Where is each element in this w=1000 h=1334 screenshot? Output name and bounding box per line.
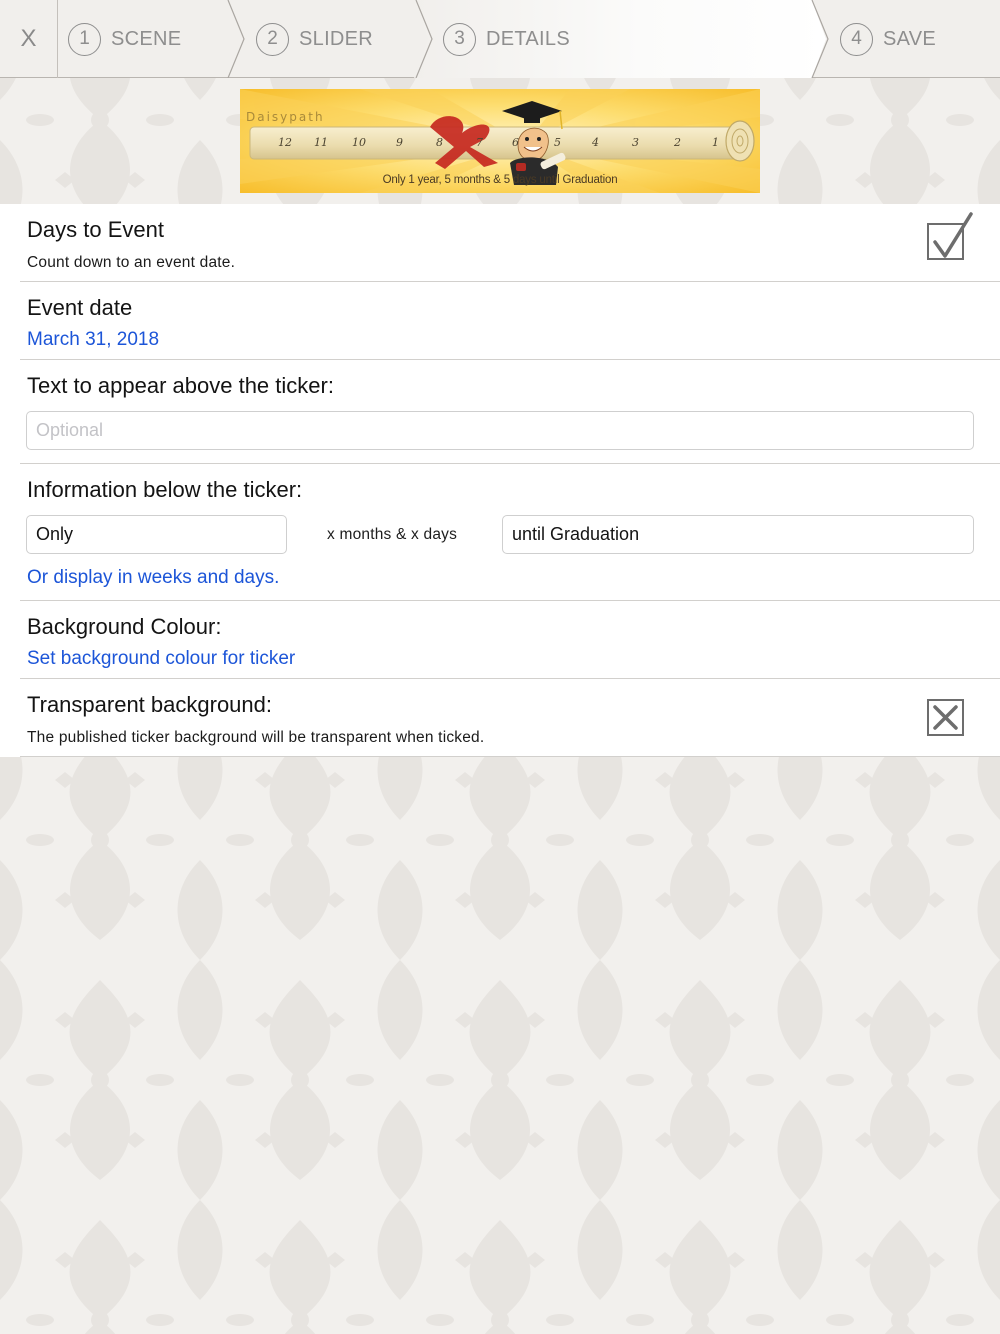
ruler-number: 5 <box>554 136 561 149</box>
ruler-number: 6 <box>512 136 519 149</box>
step-label: DETAILS <box>486 27 570 50</box>
step-number-badge: 2 <box>256 22 289 56</box>
background-colour-row[interactable]: Background Colour: Set background colour… <box>20 601 1000 679</box>
transparent-background-title: Transparent background: <box>27 692 272 717</box>
cross-icon <box>933 705 958 730</box>
step-number-badge: 4 <box>840 22 873 56</box>
ruler-number: 9 <box>396 136 403 149</box>
step-number-badge: 1 <box>68 22 101 56</box>
wizard-step-bar: X 1 SCENE 2 SLIDER 3 DETAILS 4 SAVE <box>0 0 1000 78</box>
step-slider[interactable]: 2 SLIDER <box>256 21 373 57</box>
event-date-title: Event date <box>27 295 133 320</box>
ruler-number: 2 <box>673 136 681 149</box>
transparent-background-checkbox[interactable] <box>927 699 964 736</box>
info-below-title: Information below the ticker: <box>27 477 303 502</box>
ruler-number: 11 <box>314 136 328 149</box>
step-label: SAVE <box>883 27 937 50</box>
transparent-background-subtitle: The published ticker background will be … <box>27 729 485 746</box>
info-middle-label: x months & x days <box>327 526 458 543</box>
text-above-placeholder: Optional <box>36 420 104 440</box>
info-below-row: Information below the ticker: Only x mon… <box>20 464 1000 601</box>
days-to-event-title: Days to Event <box>27 217 164 242</box>
step-scene[interactable]: 1 SCENE <box>68 21 181 57</box>
days-to-event-checkbox[interactable] <box>927 212 973 260</box>
banner-caption: Only 1 year, 5 months & 5 days until Gra… <box>382 174 618 186</box>
close-button[interactable]: X <box>0 0 58 78</box>
text-above-title: Text to appear above the ticker: <box>27 373 334 398</box>
ticker-preview-banner: 12 11 10 9 8 7 6 5 4 3 2 1 Daisypath Onl… <box>240 89 760 193</box>
ruler-number: 3 <box>632 136 639 149</box>
ticker-details-form: Days to Event Count down to an event dat… <box>0 204 1000 757</box>
ruler-number: 4 <box>591 136 599 149</box>
days-to-event-subtitle: Count down to an event date. <box>27 254 236 271</box>
text-above-row: Text to appear above the ticker: Optiona… <box>20 360 1000 464</box>
step-number-badge: 3 <box>443 22 476 56</box>
banner-brand-logo: Daisypath <box>246 110 325 124</box>
step-details[interactable]: 3 DETAILS <box>443 21 570 57</box>
text-above-input[interactable]: Optional <box>26 411 974 450</box>
days-to-event-row[interactable]: Days to Event Count down to an event dat… <box>20 204 1000 282</box>
checkmark-icon <box>933 212 973 258</box>
info-suffix-value: until Graduation <box>512 524 640 544</box>
event-date-row[interactable]: Event date March 31, 2018 <box>20 282 1000 360</box>
ruler-number: 12 <box>278 136 292 149</box>
ruler-number: 7 <box>476 136 483 149</box>
ruler-number: 1 <box>712 136 719 149</box>
step-save[interactable]: 4 SAVE <box>840 21 936 57</box>
step-label: SLIDER <box>299 27 374 50</box>
ruler-number: 10 <box>352 136 366 149</box>
background-colour-title: Background Colour: <box>27 614 222 639</box>
info-prefix-value: Only <box>36 524 74 544</box>
ruler-number: 8 <box>436 136 443 149</box>
step-label: SCENE <box>111 27 182 50</box>
weeks-and-days-link[interactable]: Or display in weeks and days. <box>27 567 279 589</box>
info-prefix-input[interactable]: Only <box>26 515 287 554</box>
set-background-colour-link[interactable]: Set background colour for ticker <box>27 648 295 670</box>
close-icon: X <box>20 25 37 52</box>
event-date-value-link[interactable]: March 31, 2018 <box>27 329 159 351</box>
info-suffix-input[interactable]: until Graduation <box>502 515 974 554</box>
transparent-background-row[interactable]: Transparent background: The published ti… <box>20 679 1000 757</box>
